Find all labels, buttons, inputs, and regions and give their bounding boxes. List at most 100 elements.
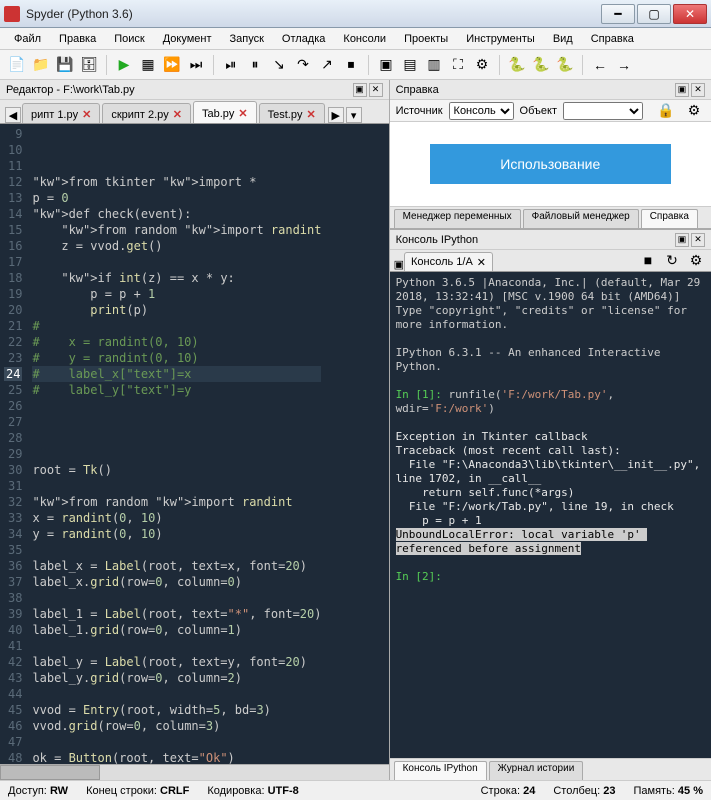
python1-icon[interactable]: 🐍	[506, 54, 528, 76]
console-stop-icon[interactable]: ■	[637, 249, 659, 271]
console-bottom-tabs: Консоль IPythonЖурнал истории	[390, 758, 711, 780]
help-undock-icon[interactable]: ▣	[675, 83, 689, 97]
step-icon[interactable]: ⏭	[185, 54, 207, 76]
file-icon[interactable]: 📄	[6, 54, 28, 76]
status-enc-label: Кодировка:	[207, 785, 264, 797]
tab-list-icon[interactable]: ▾	[346, 107, 362, 123]
menu-вид[interactable]: Вид	[545, 31, 581, 47]
editor-tab[interactable]: Tab.py ✕	[193, 101, 257, 123]
status-col-label: Столбец:	[553, 785, 600, 797]
editor-header-label: Редактор - F:\work\Tab.py	[6, 84, 135, 96]
window-title: Spyder (Python 3.6)	[26, 7, 601, 21]
nav-fwd-icon[interactable]: →	[613, 54, 635, 76]
console-undock-icon[interactable]: ▣	[675, 233, 689, 247]
help-lock-icon[interactable]: 🔒	[655, 100, 677, 122]
console-tab[interactable]: Консоль 1/A ✕	[404, 252, 493, 271]
tab-close-icon[interactable]: ✕	[238, 107, 247, 120]
pane-undock-icon[interactable]: ▣	[353, 83, 367, 97]
help-tab[interactable]: Справка	[641, 209, 698, 228]
python2-icon[interactable]: 🐍	[530, 54, 552, 76]
status-eol-value: CRLF	[160, 785, 189, 797]
editor-tab-label: рипт 1.py	[31, 109, 78, 121]
layout1-icon[interactable]: ▣	[375, 54, 397, 76]
tab-close-icon[interactable]: ✕	[173, 108, 182, 121]
debug-step-over-icon[interactable]: ↷	[292, 54, 314, 76]
editor-tab-label: скрипт 2.py	[111, 109, 168, 121]
console-bottom-tab[interactable]: Журнал истории	[489, 761, 584, 780]
nav-back-icon[interactable]: ←	[589, 54, 611, 76]
console-output[interactable]: Python 3.6.5 |Anaconda, Inc.| (default, …	[390, 272, 711, 758]
tab-nav-prev[interactable]: ◀	[5, 107, 21, 123]
console-clear-icon[interactable]: ↻	[661, 249, 683, 271]
editor-scrollbar-h[interactable]	[0, 764, 389, 780]
status-access-value: RW	[50, 785, 68, 797]
layout2-icon[interactable]: ▤	[399, 54, 421, 76]
debug-play-icon[interactable]: ⏯	[220, 54, 242, 76]
gear-icon[interactable]: ⚙	[471, 54, 493, 76]
status-eol-label: Конец строки:	[86, 785, 157, 797]
menu-документ[interactable]: Документ	[155, 31, 220, 47]
debug-step-out-icon[interactable]: ↗	[316, 54, 338, 76]
menu-правка[interactable]: Правка	[51, 31, 104, 47]
console-tab-close-icon[interactable]: ✕	[477, 256, 486, 269]
editor-tab[interactable]: скрипт 2.py ✕	[102, 103, 191, 123]
help-tab[interactable]: Менеджер переменных	[394, 209, 521, 228]
help-tab[interactable]: Файловый менеджер	[523, 209, 639, 228]
menu-поиск[interactable]: Поиск	[106, 31, 152, 47]
menu-bar: ФайлПравкаПоискДокументЗапускОтладкаКонс…	[0, 28, 711, 50]
tab-nav-next[interactable]: ▶	[328, 107, 344, 123]
status-mem-label: Память:	[633, 785, 674, 797]
cell-next-icon[interactable]: ⏩	[161, 54, 183, 76]
status-access-label: Доступ:	[8, 785, 47, 797]
console-close-icon[interactable]: ✕	[691, 233, 705, 247]
help-object-select[interactable]	[563, 102, 643, 120]
debug-stop-icon[interactable]: ⏹	[340, 54, 362, 76]
app-icon	[4, 6, 20, 22]
cell-icon[interactable]: ▦	[137, 54, 159, 76]
editor-tab[interactable]: Test.py✕	[259, 103, 325, 123]
editor-tab-label: Test.py	[268, 109, 303, 121]
editor-tab-label: Tab.py	[202, 108, 234, 120]
status-bar: Доступ: RW Конец строки: CRLF Кодировка:…	[0, 780, 711, 800]
help-close-icon[interactable]: ✕	[691, 83, 705, 97]
status-col-value: 23	[603, 785, 615, 797]
debug-pause-icon[interactable]: ⏸	[244, 54, 266, 76]
help-source-select[interactable]: Консоль	[449, 102, 514, 120]
save-icon[interactable]: 💾	[54, 54, 76, 76]
console-bottom-tab[interactable]: Консоль IPython	[394, 761, 487, 780]
save-all-icon[interactable]: 🗄	[78, 54, 100, 76]
close-button[interactable]: ✕	[673, 4, 707, 24]
editor-tab[interactable]: рипт 1.py ✕	[22, 103, 100, 123]
console-gear-icon[interactable]: ⚙	[685, 249, 707, 271]
menu-запуск[interactable]: Запуск	[222, 31, 272, 47]
status-row-value: 24	[523, 785, 535, 797]
maximize-button[interactable]: ▢	[637, 4, 671, 24]
menu-отладка[interactable]: Отладка	[274, 31, 333, 47]
layout3-icon[interactable]: ▥	[423, 54, 445, 76]
menu-справка[interactable]: Справка	[583, 31, 642, 47]
help-bottom-tabs: Менеджер переменныхФайловый менеджерСпра…	[390, 206, 711, 228]
debug-step-in-icon[interactable]: ↘	[268, 54, 290, 76]
tab-close-icon[interactable]: ✕	[306, 108, 315, 121]
pane-close-icon[interactable]: ✕	[369, 83, 383, 97]
menu-инструменты[interactable]: Инструменты	[458, 31, 543, 47]
console-tab-label: Консоль 1/A	[411, 256, 473, 268]
menu-проекты[interactable]: Проекты	[396, 31, 456, 47]
help-pane-header: Справка ▣ ✕	[390, 80, 711, 100]
menu-файл[interactable]: Файл	[6, 31, 49, 47]
help-header-label: Справка	[396, 84, 439, 96]
python3-icon[interactable]: 🐍	[554, 54, 576, 76]
play-icon[interactable]: ▶	[113, 54, 135, 76]
menu-консоли[interactable]: Консоли	[335, 31, 394, 47]
fullscreen-icon[interactable]: ⛶	[447, 54, 469, 76]
help-body: Использование	[390, 122, 711, 206]
minimize-button[interactable]: ━	[601, 4, 635, 24]
folder-icon[interactable]: 📁	[30, 54, 52, 76]
help-gear-icon[interactable]: ⚙	[683, 100, 705, 122]
status-enc-value: UTF-8	[268, 785, 299, 797]
console-tab-icon[interactable]: ▣	[394, 258, 404, 271]
code-editor[interactable]: 9101112131415161718192021222324252627282…	[0, 124, 389, 764]
main-toolbar: 📄📁💾🗄▶▦⏩⏭⏯⏸↘↷↗⏹▣▤▥⛶⚙🐍🐍🐍←→	[0, 50, 711, 80]
tab-close-icon[interactable]: ✕	[82, 108, 91, 121]
editor-pane-header: Редактор - F:\work\Tab.py ▣ ✕	[0, 80, 389, 100]
